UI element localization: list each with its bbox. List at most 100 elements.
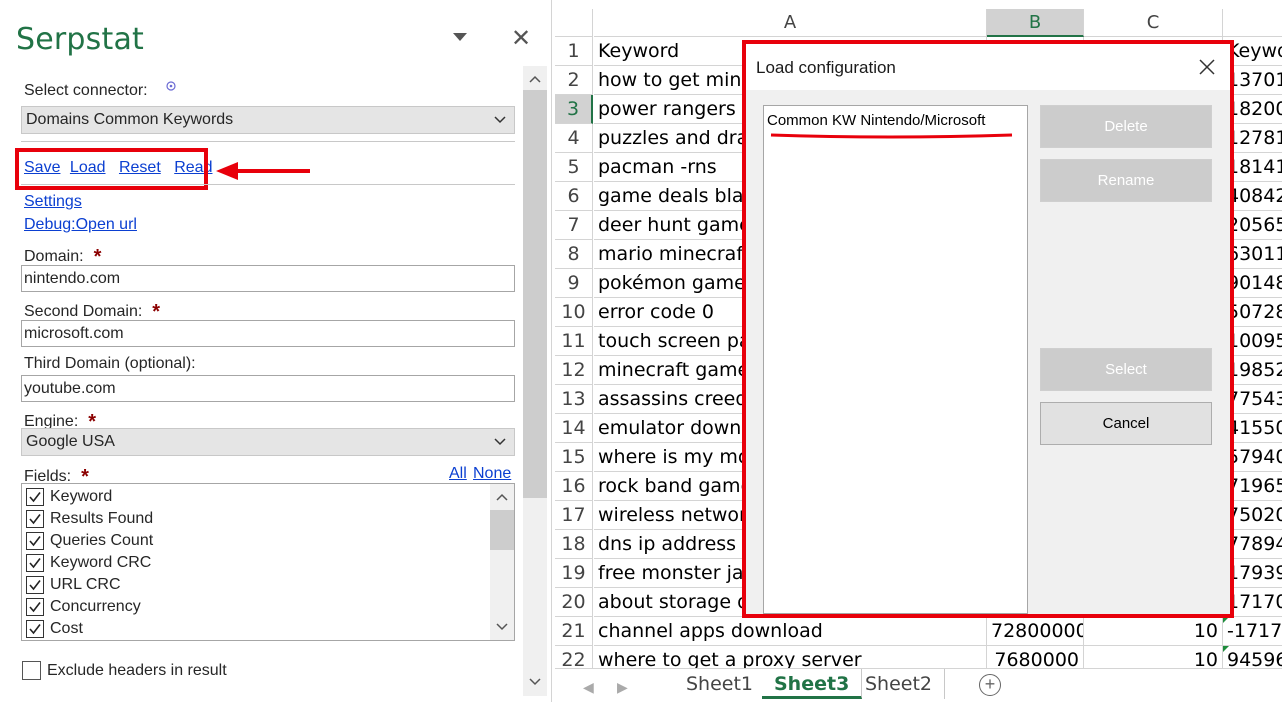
rename-button[interactable]: Rename	[1040, 159, 1212, 202]
pane-title: Serpstat	[16, 22, 145, 57]
field-checkbox[interactable]	[26, 620, 44, 638]
third-domain-label: Third Domain (optional):	[24, 355, 196, 372]
field-label: Cost	[50, 620, 83, 637]
cell-keyword-crc[interactable]: -17170	[1223, 617, 1282, 646]
row-header[interactable]: 18	[555, 530, 593, 559]
second-domain-input[interactable]	[21, 320, 515, 347]
checkmark-icon	[29, 558, 41, 569]
row-header[interactable]: 19	[555, 559, 593, 588]
field-checkbox[interactable]	[26, 554, 44, 572]
divider	[21, 141, 515, 142]
domain-label: Domain: *	[24, 246, 102, 268]
pane-scroll-thumb[interactable]	[523, 90, 547, 498]
column-header-b[interactable]: B	[987, 9, 1084, 37]
select-none-link[interactable]: None	[473, 465, 511, 483]
field-checkbox[interactable]	[26, 598, 44, 616]
checkmark-icon	[29, 624, 41, 635]
cell-queries[interactable]: 10	[1084, 617, 1223, 646]
field-checkbox[interactable]	[26, 488, 44, 506]
row-header[interactable]: 17	[555, 501, 593, 530]
row-header[interactable]: 12	[555, 356, 593, 385]
chevron-down-icon[interactable]	[529, 676, 541, 688]
fields-scroll-thumb[interactable]	[490, 510, 514, 550]
cell-keyword[interactable]: channel apps download	[594, 617, 987, 646]
field-item[interactable]: Results Found	[26, 508, 153, 530]
exclude-headers-option[interactable]: Exclude headers in result	[22, 661, 227, 680]
load-configuration-dialog: Load configuration Common KW Nintendo/Mi…	[742, 40, 1234, 618]
divider	[21, 184, 515, 185]
cancel-button[interactable]: Cancel	[1040, 402, 1212, 445]
row-header[interactable]: 21	[555, 617, 593, 646]
pane-scrollbar[interactable]	[523, 66, 547, 696]
row-header[interactable]: 10	[555, 298, 593, 327]
engine-value: Google USA	[26, 433, 115, 450]
column-header-d[interactable]	[1223, 9, 1282, 37]
row-header[interactable]: 13	[555, 385, 593, 414]
field-item[interactable]: Keyword CRC	[26, 552, 151, 574]
field-checkbox[interactable]	[26, 510, 44, 528]
row-header[interactable]: 11	[555, 327, 593, 356]
exclude-headers-checkbox[interactable]	[22, 661, 41, 680]
delete-button[interactable]: Delete	[1040, 105, 1212, 148]
tab-sheet2[interactable]: Sheet2	[853, 669, 946, 699]
field-item[interactable]: URL CRC	[26, 574, 121, 596]
engine-dropdown[interactable]: Google USA	[21, 428, 515, 456]
field-item[interactable]: Concurrency	[26, 596, 141, 618]
close-icon[interactable]	[1197, 57, 1217, 77]
checkmark-icon	[29, 602, 41, 613]
tab-scroll-right-icon[interactable]: ▶	[617, 679, 628, 696]
field-item[interactable]: Cost	[26, 618, 83, 640]
sheet-tabs-bar: ◀ ▶ Sheet1 Sheet3 Sheet2 +	[555, 668, 1282, 702]
row-header[interactable]: 20	[555, 588, 593, 617]
select-all-corner[interactable]	[555, 9, 593, 37]
configuration-item[interactable]: Common KW Nintendo/Microsoft	[767, 112, 985, 129]
row-header[interactable]: 8	[555, 240, 593, 269]
select-connector-label: Select connector:	[24, 81, 176, 100]
row-header[interactable]: 1	[555, 37, 593, 66]
field-item[interactable]: Keyword	[26, 486, 112, 508]
row-header[interactable]: 9	[555, 269, 593, 298]
column-header-a[interactable]: A	[594, 9, 987, 37]
field-item[interactable]: Queries Count	[26, 530, 153, 552]
row-header[interactable]: 6	[555, 182, 593, 211]
row-header[interactable]: 4	[555, 124, 593, 153]
column-header-c[interactable]: C	[1084, 9, 1223, 37]
fields-scrollbar[interactable]	[490, 484, 514, 640]
field-label: Concurrency	[50, 598, 141, 615]
checkmark-icon	[29, 492, 41, 503]
chevron-down-icon[interactable]	[496, 622, 508, 632]
row-header[interactable]: 16	[555, 472, 593, 501]
chevron-up-icon[interactable]	[529, 73, 541, 85]
debug-open-url-link[interactable]: Debug:Open url	[24, 216, 137, 234]
row-header[interactable]: 3	[555, 95, 593, 124]
help-icon[interactable]	[166, 81, 176, 91]
configuration-list: Common KW Nintendo/Microsoft	[763, 105, 1028, 614]
third-domain-input[interactable]	[21, 375, 515, 402]
row-header[interactable]: 2	[555, 66, 593, 95]
cell-results[interactable]: 72800000	[987, 617, 1084, 646]
chevron-down-icon	[494, 116, 506, 124]
field-label: Queries Count	[50, 532, 154, 549]
add-sheet-icon[interactable]: +	[979, 674, 1001, 696]
dialog-title: Load configuration	[756, 58, 896, 77]
field-label: Keyword	[50, 488, 113, 505]
select-button[interactable]: Select	[1040, 348, 1212, 391]
row-header[interactable]: 7	[555, 211, 593, 240]
tab-sheet1[interactable]: Sheet1	[674, 669, 767, 699]
field-checkbox[interactable]	[26, 532, 44, 550]
settings-link[interactable]: Settings	[24, 193, 82, 211]
tab-scroll-left-icon[interactable]: ◀	[583, 679, 594, 696]
domain-input[interactable]	[21, 265, 515, 292]
field-checkbox[interactable]	[26, 576, 44, 594]
pane-options-chevron-icon[interactable]	[453, 33, 467, 41]
tab-sheet3[interactable]: Sheet3	[762, 669, 863, 699]
row-header[interactable]: 15	[555, 443, 593, 472]
field-label: URL CRC	[50, 576, 121, 593]
pane-close-icon[interactable]: ✕	[511, 26, 531, 50]
select-all-link[interactable]: All	[449, 465, 467, 483]
chevron-up-icon[interactable]	[496, 492, 508, 502]
row-header[interactable]: 14	[555, 414, 593, 443]
error-indicator-icon	[1223, 646, 1229, 652]
connector-dropdown[interactable]: Domains Common Keywords	[21, 106, 515, 134]
row-header[interactable]: 5	[555, 153, 593, 182]
